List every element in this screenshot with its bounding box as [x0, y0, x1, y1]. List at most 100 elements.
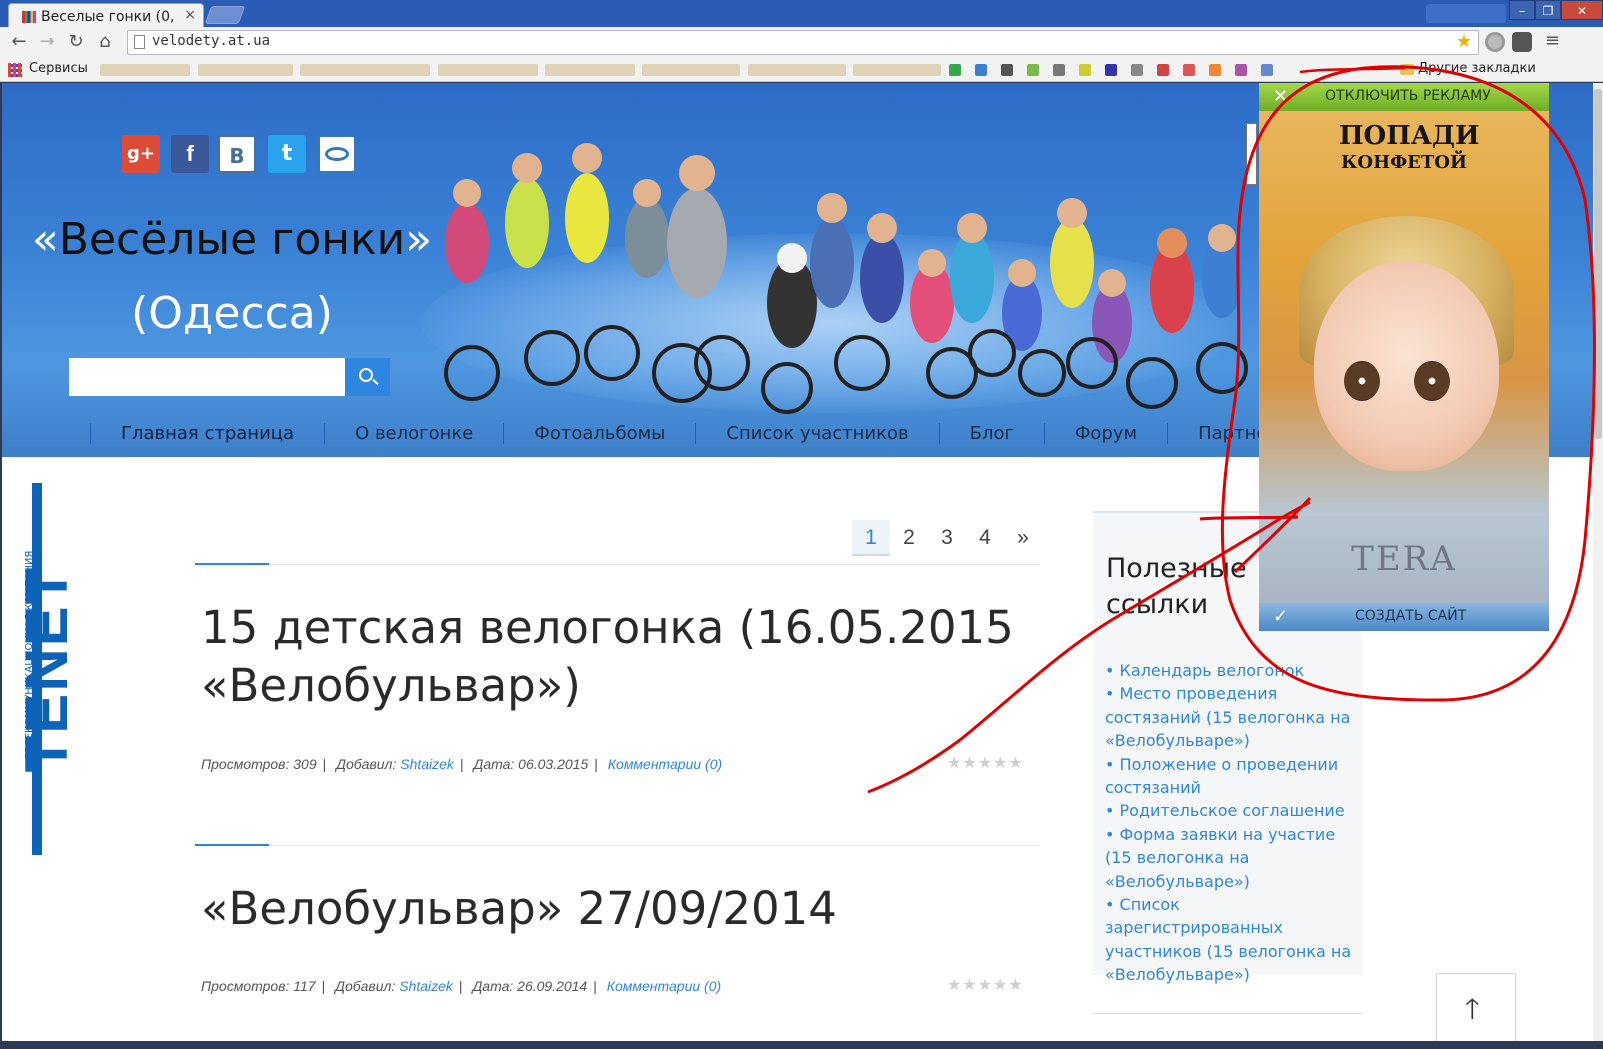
sidebar-link[interactable]: Список зарегистрированных участников (15… [1105, 893, 1360, 987]
search-icon [359, 368, 373, 382]
post-comments-link[interactable]: Комментарии (0) [607, 978, 721, 994]
create-site-button[interactable]: ✓ СОЗДАТЬ САЙТ [1259, 603, 1549, 631]
bookmark-icon[interactable] [1209, 64, 1221, 76]
sidebar-link[interactable]: Положение о проведении состязаний [1105, 753, 1360, 800]
page-link-4[interactable]: 4 [966, 520, 1004, 556]
url-text[interactable]: velodety.at.ua [152, 33, 270, 49]
scroll-to-top-button[interactable]: 🡑 [1436, 973, 1516, 1049]
forward-icon[interactable]: → [36, 31, 58, 53]
post-title[interactable]: «Велобульвар» 27/09/2014 [201, 880, 1041, 938]
address-bar[interactable]: velodety.at.ua ★ [127, 30, 1479, 55]
bookmark-icon[interactable] [1235, 64, 1247, 76]
disable-ads-button[interactable]: ✕ ОТКЛЮЧИТЬ РЕКЛАМУ [1259, 83, 1549, 111]
post-title[interactable]: 15 детская велогонка (16.05.2015 «Велобу… [201, 599, 1041, 715]
livejournal-icon[interactable] [318, 135, 356, 173]
bookmark-blurred[interactable] [198, 64, 293, 76]
back-icon[interactable]: ← [8, 31, 30, 53]
vk-icon[interactable]: B [218, 135, 256, 173]
close-icon: ✕ [1273, 86, 1289, 107]
post-views: Просмотров: 117 [201, 978, 316, 994]
bookmark-icon[interactable] [1079, 64, 1091, 76]
bookmark-icon[interactable] [1183, 64, 1195, 76]
post-comments-link[interactable]: Комментарии (0) [608, 756, 722, 772]
ad-banner[interactable]: ПОПАДИ КОНФЕТОЙ TERA [1259, 111, 1549, 603]
bookmarks-bar: Сервисы Другие закладки [0, 58, 1603, 82]
apps-icon[interactable] [8, 63, 22, 77]
nav-item-home[interactable]: Главная страница [90, 422, 324, 444]
nav-item-forum[interactable]: Форум [1043, 422, 1167, 444]
twitter-icon[interactable]: t [268, 135, 306, 173]
bookmark-blurred[interactable] [748, 64, 846, 76]
sidebar-link[interactable]: Календарь велогонок [1105, 659, 1360, 682]
bookmark-icon[interactable] [1131, 64, 1143, 76]
bookmark-icon[interactable] [1157, 64, 1169, 76]
bookmark-icon[interactable] [949, 64, 961, 76]
nav-item-blog[interactable]: Блог [938, 422, 1044, 444]
new-tab-button[interactable] [204, 6, 246, 24]
rating-stars[interactable]: ★★★★★ [947, 975, 1024, 994]
livejournal-ring [325, 147, 349, 161]
page-scrollbar[interactable] [1593, 83, 1603, 1049]
bookmark-blurred[interactable] [545, 64, 635, 76]
home-icon[interactable]: ⌂ [94, 31, 116, 53]
browser-menu-icon[interactable]: ≡ [1545, 30, 1560, 51]
nav-item-participants[interactable]: Список участников [695, 422, 938, 444]
page-link-1[interactable]: 1 [852, 520, 890, 556]
bookmark-blurred[interactable] [642, 64, 740, 76]
sidebar-link[interactable]: Родительское соглашение [1105, 799, 1360, 822]
ad-heading-line1: ПОПАДИ [1339, 121, 1480, 151]
bookmark-icon[interactable] [975, 64, 987, 76]
sidebar-link[interactable]: Форма заявки на участие (15 велогонка на… [1105, 823, 1360, 893]
bookmark-blurred[interactable] [438, 64, 538, 76]
profile-button[interactable] [1426, 4, 1506, 23]
tenet-logo[interactable]: TENET ТЕЛЕКОММУНИКАЦИОННАЯ КОМПАНИЯ [10, 483, 80, 855]
google-plus-icon[interactable]: g+ [122, 135, 160, 173]
reload-icon[interactable]: ↻ [65, 31, 87, 53]
scrollbar-thumb[interactable] [1594, 89, 1602, 439]
bookmark-star-icon[interactable]: ★ [1456, 31, 1472, 52]
browser-toolbar: ← → ↻ ⌂ velodety.at.ua ★ ≡ [0, 27, 1603, 58]
bookmark-blurred[interactable] [853, 64, 941, 76]
post-author-link[interactable]: Shtaizek [400, 756, 454, 772]
post-divider-accent [195, 844, 269, 846]
browser-titlebar: Веселые гонки (0, × – ❐ ✕ [0, 0, 1603, 29]
site-title[interactable]: «Весёлые гонки» (Одесса) [22, 203, 442, 351]
title-city: (Одесса) [131, 288, 333, 339]
bookmark-icon[interactable] [1105, 64, 1117, 76]
search-input[interactable] [69, 358, 345, 396]
browser-tab[interactable]: Веселые гонки (0, × [8, 3, 204, 29]
bookmark-other[interactable]: Другие закладки [1418, 61, 1536, 76]
bookmark-icon[interactable] [1261, 64, 1273, 76]
page-link-2[interactable]: 2 [890, 520, 928, 556]
bookmark-icon[interactable] [1053, 64, 1065, 76]
facebook-icon[interactable]: f [171, 135, 209, 173]
search-button[interactable] [345, 358, 390, 396]
maximize-button[interactable]: ❐ [1535, 0, 1561, 20]
title-quote-close: » [405, 214, 433, 265]
bookmark-icon[interactable] [1027, 64, 1039, 76]
post-author-link[interactable]: Shtaizek [399, 978, 453, 994]
post-date: Дата: 26.09.2014 [472, 978, 588, 994]
extension-icon[interactable] [1485, 32, 1505, 52]
ad-character-eye [1344, 361, 1380, 401]
minimize-button[interactable]: – [1509, 0, 1535, 20]
tab-close-icon[interactable]: × [184, 7, 196, 23]
sidebar-link-list: Календарь велогонок Место проведения сос… [1105, 659, 1360, 987]
page-link-3[interactable]: 3 [928, 520, 966, 556]
post-divider [195, 845, 1040, 846]
window-bottom-border [0, 1041, 1603, 1049]
post-divider-accent [195, 563, 269, 565]
rating-stars[interactable]: ★★★★★ [947, 753, 1024, 772]
nav-item-about[interactable]: О велогонке [324, 422, 503, 444]
bookmark-services[interactable]: Сервисы [29, 61, 88, 76]
ad-side-tab[interactable] [1246, 123, 1257, 185]
page-link-next[interactable]: » [1004, 520, 1042, 556]
main-nav: Главная страница О велогонке Фотоальбомы… [90, 418, 1323, 448]
close-window-button[interactable]: ✕ [1561, 0, 1603, 20]
sidebar-link[interactable]: Место проведения состязаний (15 велогонк… [1105, 682, 1360, 752]
nav-item-photos[interactable]: Фотоальбомы [503, 422, 695, 444]
bookmark-blurred[interactable] [300, 64, 430, 76]
bookmark-blurred[interactable] [100, 64, 190, 76]
bookmark-icon[interactable] [1001, 64, 1013, 76]
pocket-extension-icon[interactable] [1512, 32, 1532, 52]
